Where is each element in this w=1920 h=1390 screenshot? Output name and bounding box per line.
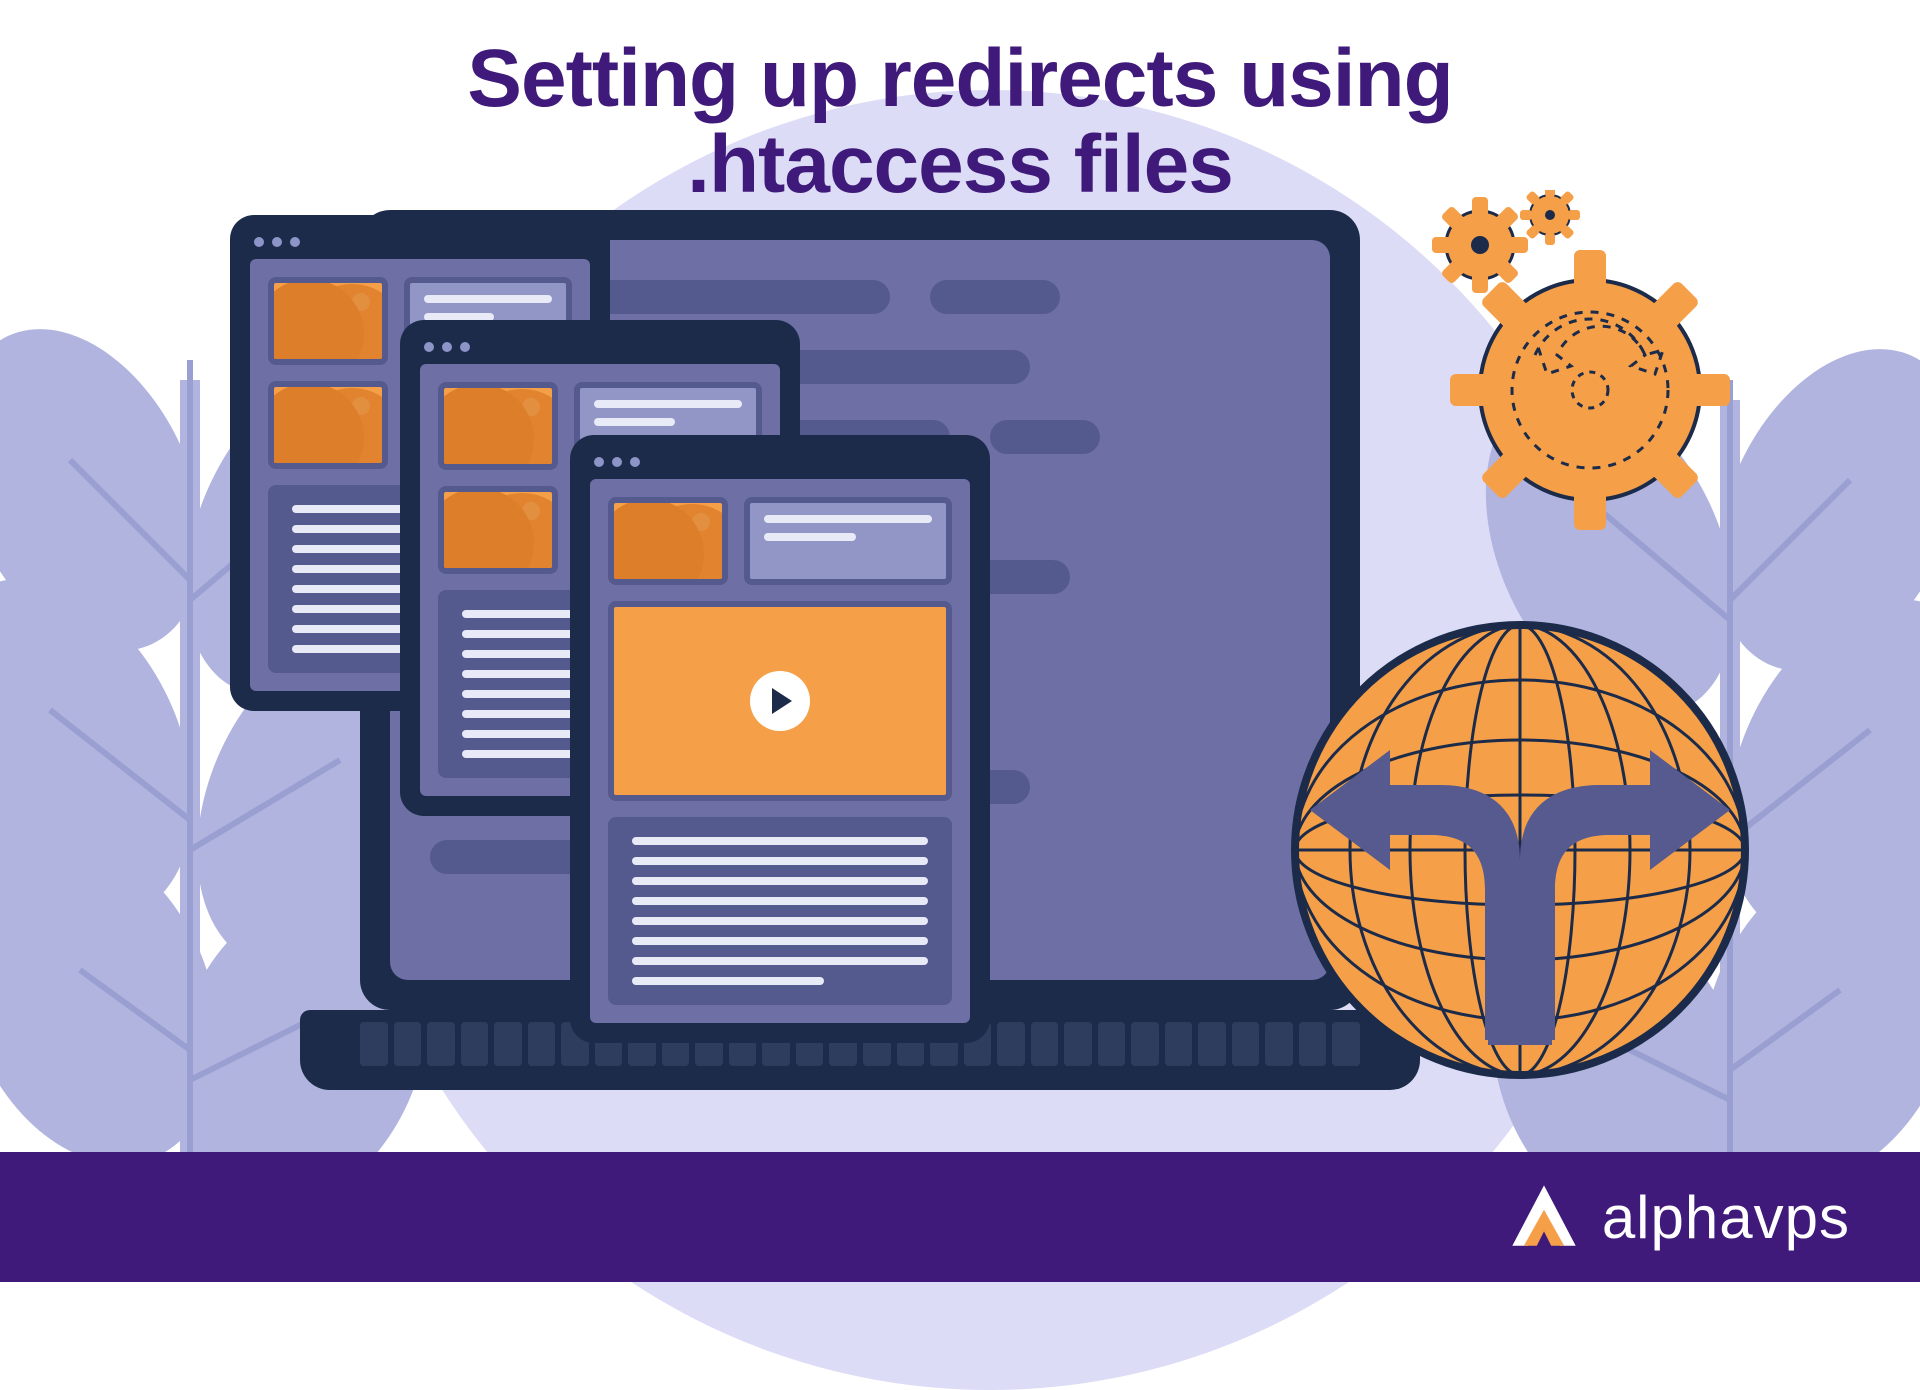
brand-name: alphavps [1602,1183,1850,1252]
browser-window-icon [580,445,980,1033]
image-thumb-icon [268,277,388,365]
gear-icon [1410,190,1750,530]
video-thumb-icon [608,601,952,801]
illustration-canvas: Setting up redirects using .htaccess fil… [0,0,1920,1282]
play-icon [750,671,810,731]
headline-line2: .htaccess files [687,119,1233,210]
alphavps-logo-icon [1508,1181,1580,1253]
headline-line1: Setting up redirects using [467,33,1452,124]
globe-redirect-icon [1280,610,1760,1090]
image-thumb-icon [438,382,558,470]
image-thumb-icon [608,497,728,585]
brand: alphavps [1508,1181,1850,1253]
footer-bar: alphavps [0,1152,1920,1282]
image-thumb-icon [438,486,558,574]
page-title: Setting up redirects using .htaccess fil… [0,36,1920,208]
image-thumb-icon [268,381,388,469]
